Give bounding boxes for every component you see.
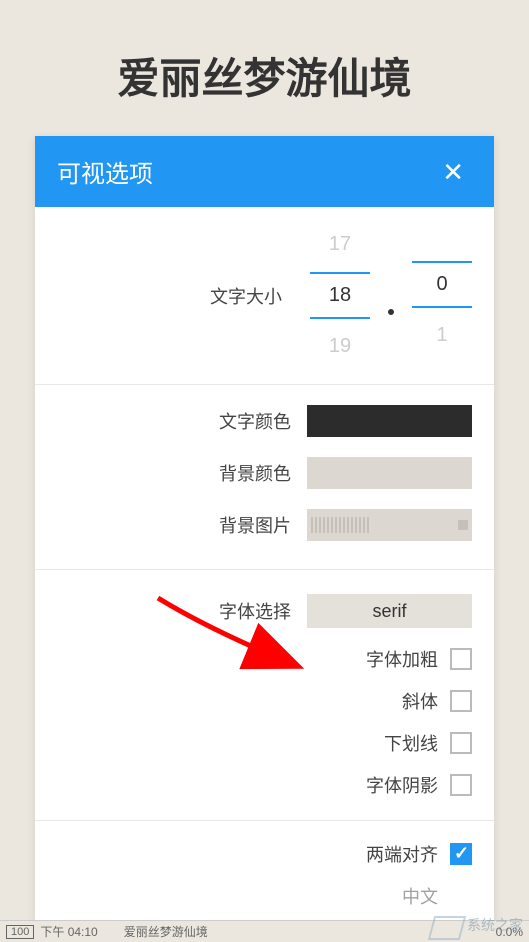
close-button[interactable]: ✕ xyxy=(434,155,472,189)
size-major-prev: 17 xyxy=(329,233,351,256)
font-shadow-label: 字体阴影 xyxy=(366,772,438,798)
watermark-text: 系统之家 xyxy=(467,915,523,935)
size-decimal-dot xyxy=(388,309,394,315)
status-book-title: 爱丽丝梦游仙境 xyxy=(124,923,208,940)
alignment-section: 两端对齐 中文 xyxy=(35,821,494,923)
bg-color-label: 背景颜色 xyxy=(219,460,291,486)
size-minor-next: 1 xyxy=(436,324,447,347)
size-major-value[interactable]: 18 xyxy=(310,272,370,319)
bg-color-swatch[interactable] xyxy=(307,457,472,489)
font-bold-checkbox[interactable] xyxy=(450,648,472,670)
chinese-label: 中文 xyxy=(402,883,438,909)
font-select-dropdown[interactable]: serif xyxy=(307,594,472,628)
font-shadow-checkbox[interactable] xyxy=(450,774,472,796)
font-italic-label: 斜体 xyxy=(402,688,438,714)
size-major-picker[interactable]: 17 18 19 xyxy=(310,233,370,358)
text-size-picker[interactable]: 17 18 19 0 1 xyxy=(310,233,472,358)
visual-options-dialog: 可视选项 ✕ 文字大小 17 18 19 0 1 文字颜色 xyxy=(35,136,494,923)
colors-section: 文字颜色 背景颜色 背景图片 xyxy=(35,385,494,570)
text-color-label: 文字颜色 xyxy=(219,408,291,434)
status-time: 下午 04:10 xyxy=(40,923,97,940)
font-bold-label: 字体加粗 xyxy=(366,646,438,672)
font-underline-checkbox[interactable] xyxy=(450,732,472,754)
battery-indicator: 100 xyxy=(6,925,34,939)
watermark: 系统之家 xyxy=(427,910,523,940)
dialog-title: 可视选项 xyxy=(57,154,153,189)
bg-image-swatch[interactable] xyxy=(307,509,472,541)
font-section: 字体选择 serif 字体加粗 斜体 下划线 字体阴影 xyxy=(35,570,494,821)
text-size-section: 文字大小 17 18 19 0 1 xyxy=(35,207,494,385)
justify-checkbox[interactable] xyxy=(450,843,472,865)
text-size-label: 文字大小 xyxy=(210,283,282,309)
font-italic-checkbox[interactable] xyxy=(450,690,472,712)
size-major-next: 19 xyxy=(329,335,351,358)
size-minor-value[interactable]: 0 xyxy=(412,261,472,308)
page-title: 爱丽丝梦游仙境 xyxy=(0,0,529,136)
size-minor-picker[interactable]: 0 1 xyxy=(412,245,472,347)
watermark-logo-icon xyxy=(427,910,463,940)
text-color-swatch[interactable] xyxy=(307,405,472,437)
bg-image-label: 背景图片 xyxy=(219,512,291,538)
dialog-header: 可视选项 ✕ xyxy=(35,136,494,207)
font-select-label: 字体选择 xyxy=(219,598,291,624)
justify-label: 两端对齐 xyxy=(366,841,438,867)
font-underline-label: 下划线 xyxy=(384,730,438,756)
